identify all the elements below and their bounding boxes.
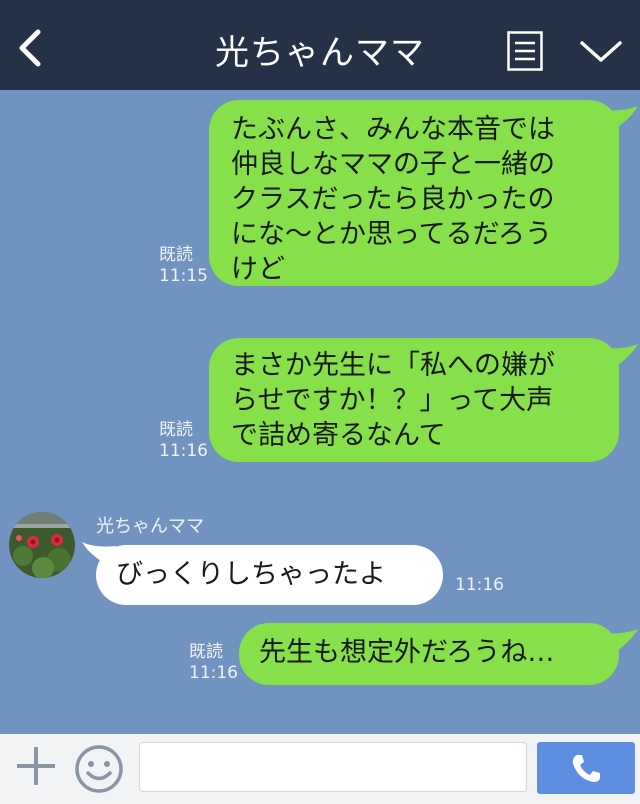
message-line: らせですか！？」って大声: [231, 385, 554, 416]
message-input[interactable]: [139, 742, 527, 792]
read-receipt: 既読: [159, 245, 193, 265]
collapse-button[interactable]: [578, 36, 624, 66]
flower-photo-icon: [9, 512, 75, 578]
smiley-icon: [75, 745, 123, 793]
avatar[interactable]: [9, 512, 75, 578]
read-receipt: 既読: [189, 642, 223, 662]
message-meta: 既読 11:16: [189, 642, 238, 684]
message-time: 11:16: [189, 663, 238, 683]
message-time: 11:15: [159, 266, 208, 286]
message-line: 先生も想定外だろうね…: [259, 637, 555, 668]
message-meta: 既読 11:15: [159, 245, 208, 287]
message-bubble[interactable]: 先生も想定外だろうね…: [239, 623, 619, 685]
message-line: 仲良しなママの子と一緒の: [231, 149, 555, 180]
back-button[interactable]: [14, 28, 46, 68]
plus-icon: [17, 747, 55, 785]
chat-area: 既読 11:15 たぶんさ、みんな本音では 仲良しなママの子と一緒の クラスだっ…: [0, 90, 640, 734]
chat-title: 光ちゃんママ: [215, 33, 425, 73]
call-button[interactable]: [537, 742, 635, 794]
menu-button[interactable]: [507, 31, 543, 71]
message-time: 11:16: [455, 575, 504, 595]
message-line: たぶんさ、みんな本音では: [231, 114, 555, 145]
input-bar: [0, 734, 640, 804]
chat-header: 光ちゃんママ: [0, 0, 640, 90]
message-bubble[interactable]: たぶんさ、みんな本音では 仲良しなママの子と一緒の クラスだったら良かったの に…: [209, 100, 619, 286]
chevron-left-icon: [19, 29, 41, 67]
chevron-down-icon: [580, 41, 622, 62]
emoji-button[interactable]: [74, 744, 124, 794]
message-line: びっくりしちゃったよ: [116, 559, 386, 590]
message-line: クラスだったら良かったの: [231, 184, 555, 215]
message-bubble[interactable]: まさか先生に「私への嫌が らせですか！？」って大声 で詰め寄るなんて: [209, 338, 619, 462]
message-line: まさか先生に「私への嫌が: [231, 350, 555, 381]
add-button[interactable]: [14, 744, 58, 788]
message-bubble[interactable]: びっくりしちゃったよ: [96, 545, 443, 605]
sender-name: 光ちゃんママ: [96, 516, 204, 537]
message-line: にな〜とか思ってるだろう: [231, 219, 553, 250]
read-receipt: 既読: [159, 420, 193, 440]
message-line: けど: [231, 254, 285, 285]
message-time: 11:16: [159, 441, 208, 461]
phone-icon: [572, 755, 600, 782]
message-line: で詰め寄るなんて: [231, 420, 446, 451]
message-meta: 既読 11:16: [159, 420, 208, 462]
list-icon: [507, 31, 543, 71]
